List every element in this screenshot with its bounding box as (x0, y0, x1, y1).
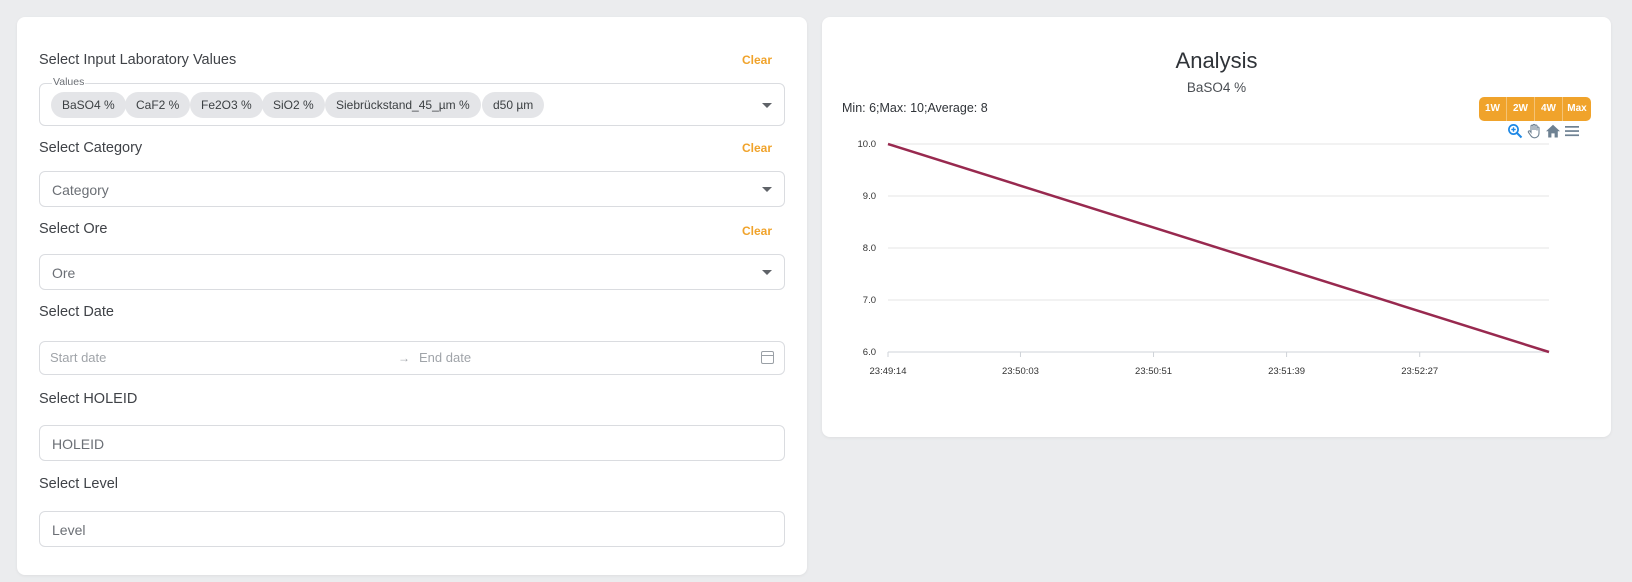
lab-values-title: Select Input Laboratory Values (39, 52, 237, 68)
ore-select[interactable]: Ore (39, 254, 785, 290)
lab-values-select[interactable]: Values BaSO4 % CaF2 % Fe2O3 % SiO2 % Sie… (39, 76, 785, 126)
x-tick-label: 23:52:27 (1401, 366, 1438, 377)
x-tick-label: 23:49:14 (870, 366, 907, 377)
ore-placeholder: Ore (52, 265, 76, 281)
chip-baso4[interactable]: BaSO4 % (51, 92, 126, 118)
analysis-panel: Analysis BaSO4 % Min: 6;Max: 10;Average:… (822, 17, 1611, 437)
level-input[interactable]: Level (39, 511, 785, 547)
arrow-right-icon: → (398, 351, 410, 365)
chip-d50[interactable]: d50 µm (482, 92, 545, 118)
ore-title: Select Ore (39, 221, 108, 237)
x-tick-label: 23:51:39 (1268, 366, 1305, 377)
category-title: Select Category (39, 140, 143, 156)
y-tick-label: 8.0 (863, 243, 876, 254)
filter-panel: Select Input Laboratory Values Clear Val… (17, 17, 807, 575)
y-tick-label: 7.0 (863, 295, 876, 306)
category-placeholder: Category (52, 182, 109, 198)
level-title: Select Level (39, 476, 118, 492)
category-clear-button[interactable]: Clear (742, 141, 772, 155)
holeid-title: Select HOLEID (39, 391, 138, 407)
chip-siebrueckstand[interactable]: Siebrückstand_45_µm % (325, 92, 481, 118)
y-tick-label: 10.0 (858, 139, 877, 150)
chevron-down-icon[interactable] (762, 187, 772, 192)
end-date-input[interactable]: End date (419, 350, 471, 365)
x-tick-label: 23:50:51 (1135, 366, 1172, 377)
date-title: Select Date (39, 304, 114, 320)
chip-sio2[interactable]: SiO2 % (262, 92, 325, 118)
lab-values-clear-button[interactable]: Clear (742, 53, 772, 67)
calendar-icon[interactable] (761, 351, 774, 364)
date-range-picker[interactable]: Start date → End date (39, 341, 785, 375)
level-placeholder: Level (52, 522, 86, 538)
values-legend-label: Values (52, 76, 86, 88)
holeid-input[interactable]: HOLEID (39, 425, 785, 461)
y-tick-label: 9.0 (863, 191, 876, 202)
ore-clear-button[interactable]: Clear (742, 224, 772, 238)
y-tick-label: 6.0 (863, 347, 876, 358)
chip-caf2[interactable]: CaF2 % (125, 92, 191, 118)
line-chart: 6.0 7.0 8.0 9.0 10.0 23:49:14 23:50:03 23:50:51… (858, 139, 1550, 377)
category-select[interactable]: Category (39, 171, 785, 207)
holeid-placeholder: HOLEID (52, 436, 105, 452)
chip-fe2o3[interactable]: Fe2O3 % (190, 92, 263, 118)
x-tick-label: 23:50:03 (1002, 366, 1039, 377)
chevron-down-icon[interactable] (762, 270, 772, 275)
chevron-down-icon[interactable] (762, 103, 772, 108)
start-date-input[interactable]: Start date (50, 350, 106, 365)
